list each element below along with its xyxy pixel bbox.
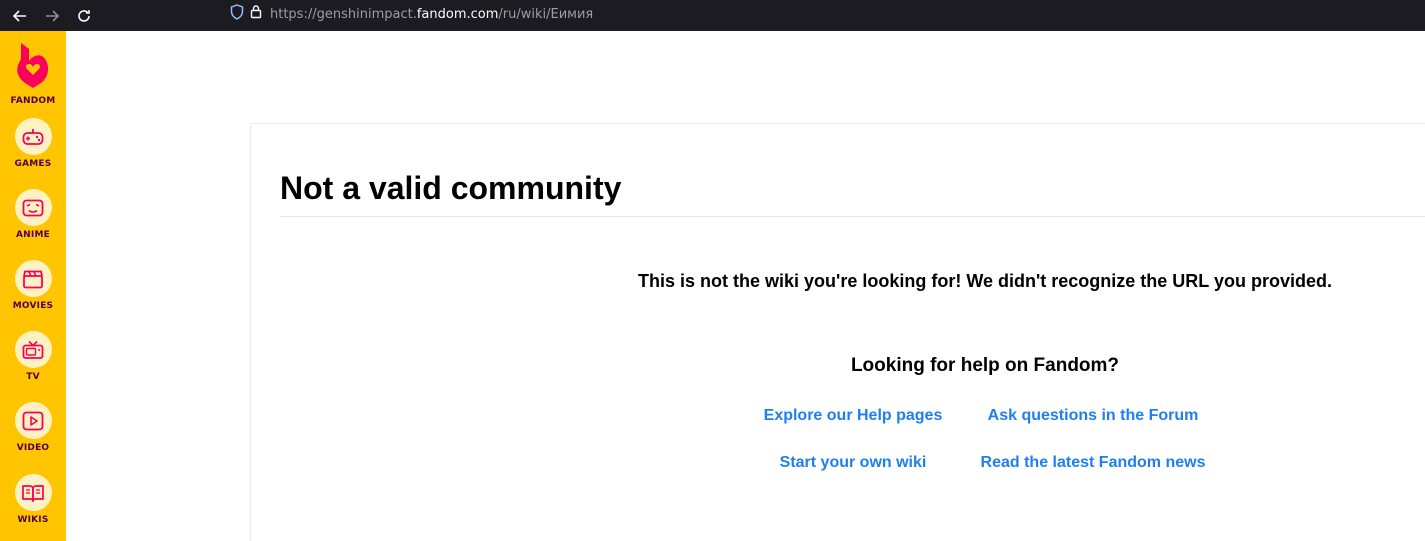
sidebar-item-label: VIDEO	[16, 443, 50, 453]
fandom-global-sidebar: FANDOM GAMES ANIME MOVIES TV VIDEO WIKIS	[0, 31, 66, 541]
tv-icon	[14, 331, 52, 368]
address-bar[interactable]: https://genshinimpact.fandom.com/ru/wiki…	[222, 0, 1425, 28]
sidebar-item-anime[interactable]: ANIME	[0, 189, 66, 240]
gamepad-icon	[14, 118, 52, 155]
error-message: This is not the wiki you're looking for!…	[638, 271, 1332, 291]
url-prefix: https://genshinimpact.	[270, 6, 417, 22]
sidebar-item-label: WIKIS	[17, 515, 49, 525]
sidebar-item-games[interactable]: GAMES	[0, 118, 66, 169]
sidebar-item-video[interactable]: VIDEO	[0, 402, 66, 453]
back-arrow-icon[interactable]	[8, 4, 32, 28]
page-title: Not a valid community	[280, 170, 622, 206]
lock-icon[interactable]	[250, 4, 262, 24]
book-icon	[14, 474, 52, 511]
fandom-flame-icon	[15, 39, 51, 94]
start-wiki-link[interactable]: Start your own wiki	[733, 454, 973, 472]
fandom-logo-link[interactable]: FANDOM	[0, 39, 66, 106]
url-text[interactable]: https://genshinimpact.fandom.com/ru/wiki…	[270, 7, 593, 22]
forum-link[interactable]: Ask questions in the Forum	[973, 407, 1213, 425]
reload-icon[interactable]	[72, 4, 96, 28]
fandom-brand-label: FANDOM	[10, 96, 56, 106]
sidebar-item-label: GAMES	[14, 159, 52, 169]
play-icon	[14, 402, 52, 439]
help-pages-link[interactable]: Explore our Help pages	[733, 407, 973, 425]
help-heading: Looking for help on Fandom?	[850, 355, 1120, 376]
sidebar-item-label: ANIME	[16, 230, 50, 240]
sidebar-item-label: TV	[26, 372, 40, 382]
forward-arrow-icon[interactable]	[40, 4, 64, 28]
url-host: fandom.com	[416, 6, 499, 22]
url-path: /ru/wiki/Еимия	[498, 6, 594, 22]
sidebar-item-wikis[interactable]: WIKIS	[0, 474, 66, 525]
shield-icon[interactable]	[230, 3, 244, 25]
clapperboard-icon	[14, 260, 52, 297]
sidebar-item-movies[interactable]: MOVIES	[0, 260, 66, 311]
sidebar-item-tv[interactable]: TV	[0, 331, 66, 382]
title-divider	[280, 216, 1425, 217]
anime-face-icon	[14, 189, 52, 226]
fandom-news-link[interactable]: Read the latest Fandom news	[973, 454, 1213, 472]
browser-toolbar: https://genshinimpact.fandom.com/ru/wiki…	[0, 0, 1425, 31]
sidebar-item-label: MOVIES	[12, 301, 54, 311]
